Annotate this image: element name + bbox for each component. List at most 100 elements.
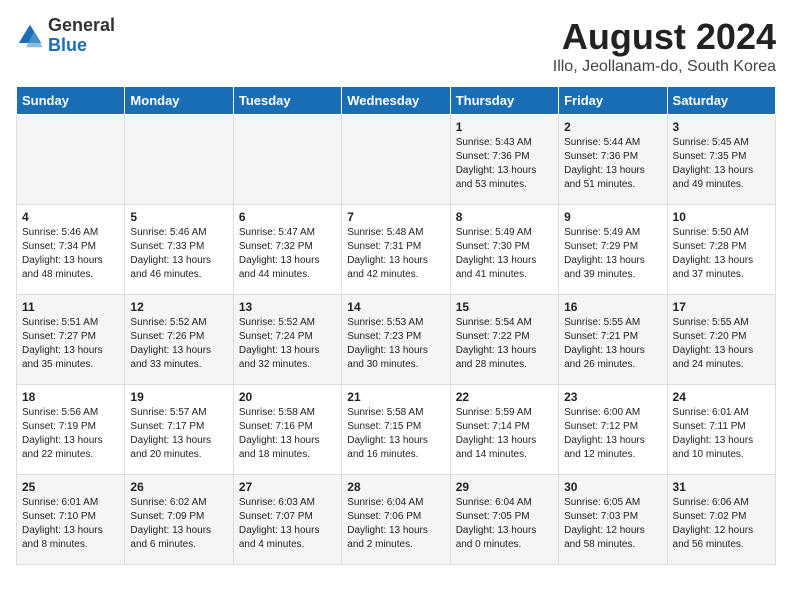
day-number: 21 bbox=[347, 390, 444, 404]
calendar-week-3: 11Sunrise: 5:51 AM Sunset: 7:27 PM Dayli… bbox=[17, 295, 776, 385]
calendar-cell: 25 Sunrise: 6:01 AM Sunset: 7:10 PM Dayli… bbox=[17, 475, 125, 565]
page-header: General Blue August 2024 Illo, Jeollanam… bbox=[16, 16, 776, 76]
calendar-cell: 23 Sunrise: 6:00 AM Sunset: 7:12 PM Dayli… bbox=[559, 385, 667, 475]
day-number: 29 bbox=[456, 480, 553, 494]
calendar-header: Sunday Monday Tuesday Wednesday Thursday… bbox=[17, 87, 776, 115]
day-info: Sunrise: 5:45 AM Sunset: 7:35 PM Dayligh… bbox=[673, 136, 770, 192]
day-number: 13 bbox=[239, 300, 336, 314]
calendar-cell: 28 Sunrise: 6:04 AM Sunset: 7:06 PM Dayli… bbox=[342, 475, 450, 565]
day-info: Sunrise: 5:58 AM Sunset: 7:16 PM Dayligh… bbox=[239, 406, 336, 462]
day-info: Sunrise: 5:58 AM Sunset: 7:15 PM Dayligh… bbox=[347, 406, 444, 462]
day-info: Sunrise: 5:59 AM Sunset: 7:14 PM Dayligh… bbox=[456, 406, 553, 462]
day-number: 9 bbox=[564, 210, 661, 224]
calendar-cell: 22Sunrise: 5:59 AM Sunset: 7:14 PM Dayli… bbox=[450, 385, 558, 475]
day-number: 15 bbox=[456, 300, 553, 314]
day-number: 14 bbox=[347, 300, 444, 314]
calendar-cell: 16 Sunrise: 5:55 AM Sunset: 7:21 PM Dayli… bbox=[559, 295, 667, 385]
calendar-cell: 15 Sunrise: 5:54 AM Sunset: 7:22 PM Dayli… bbox=[450, 295, 558, 385]
calendar-week-4: 18 Sunrise: 5:56 AM Sunset: 7:19 PM Dayli… bbox=[17, 385, 776, 475]
day-number: 2 bbox=[564, 120, 661, 134]
day-number: 16 bbox=[564, 300, 661, 314]
day-info: Sunrise: 5:55 AM Sunset: 7:21 PM Dayligh… bbox=[564, 316, 661, 372]
header-monday: Monday bbox=[125, 87, 233, 115]
logo: General Blue bbox=[16, 16, 115, 56]
calendar-subtitle: Illo, Jeollanam-do, South Korea bbox=[553, 58, 776, 76]
calendar-cell: 7Sunrise: 5:48 AM Sunset: 7:31 PM Daylig… bbox=[342, 205, 450, 295]
calendar-cell: 8 Sunrise: 5:49 AM Sunset: 7:30 PM Daylig… bbox=[450, 205, 558, 295]
day-number: 24 bbox=[673, 390, 770, 404]
calendar-cell bbox=[125, 115, 233, 205]
day-info: Sunrise: 5:49 AM Sunset: 7:30 PM Dayligh… bbox=[456, 226, 553, 282]
day-info: Sunrise: 5:53 AM Sunset: 7:23 PM Dayligh… bbox=[347, 316, 444, 372]
day-number: 17 bbox=[673, 300, 770, 314]
calendar-cell: 2Sunrise: 5:44 AM Sunset: 7:36 PM Daylig… bbox=[559, 115, 667, 205]
calendar-cell bbox=[233, 115, 341, 205]
day-number: 27 bbox=[239, 480, 336, 494]
header-sunday: Sunday bbox=[17, 87, 125, 115]
day-number: 18 bbox=[22, 390, 119, 404]
calendar-cell: 3 Sunrise: 5:45 AM Sunset: 7:35 PM Daylig… bbox=[667, 115, 775, 205]
header-thursday: Thursday bbox=[450, 87, 558, 115]
calendar-cell: 11Sunrise: 5:51 AM Sunset: 7:27 PM Dayli… bbox=[17, 295, 125, 385]
calendar-cell: 4 Sunrise: 5:46 AM Sunset: 7:34 PM Daylig… bbox=[17, 205, 125, 295]
day-number: 28 bbox=[347, 480, 444, 494]
calendar-cell bbox=[342, 115, 450, 205]
calendar-cell: 18 Sunrise: 5:56 AM Sunset: 7:19 PM Dayli… bbox=[17, 385, 125, 475]
calendar-cell bbox=[17, 115, 125, 205]
day-number: 11 bbox=[22, 300, 119, 314]
day-number: 7 bbox=[347, 210, 444, 224]
day-number: 1 bbox=[456, 120, 553, 134]
day-number: 30 bbox=[564, 480, 661, 494]
day-info: Sunrise: 6:01 AM Sunset: 7:11 PM Dayligh… bbox=[673, 406, 770, 462]
day-info: Sunrise: 6:04 AM Sunset: 7:05 PM Dayligh… bbox=[456, 496, 553, 552]
day-info: Sunrise: 6:05 AM Sunset: 7:03 PM Dayligh… bbox=[564, 496, 661, 552]
day-info: Sunrise: 5:54 AM Sunset: 7:22 PM Dayligh… bbox=[456, 316, 553, 372]
calendar-cell: 13 Sunrise: 5:52 AM Sunset: 7:24 PM Dayli… bbox=[233, 295, 341, 385]
calendar-cell: 17 Sunrise: 5:55 AM Sunset: 7:20 PM Dayli… bbox=[667, 295, 775, 385]
day-number: 8 bbox=[456, 210, 553, 224]
day-number: 31 bbox=[673, 480, 770, 494]
day-info: Sunrise: 5:47 AM Sunset: 7:32 PM Dayligh… bbox=[239, 226, 336, 282]
calendar-cell: 12Sunrise: 5:52 AM Sunset: 7:26 PM Dayli… bbox=[125, 295, 233, 385]
calendar-week-1: 1Sunrise: 5:43 AM Sunset: 7:36 PM Daylig… bbox=[17, 115, 776, 205]
day-number: 26 bbox=[130, 480, 227, 494]
calendar-cell: 1Sunrise: 5:43 AM Sunset: 7:36 PM Daylig… bbox=[450, 115, 558, 205]
calendar-body: 1Sunrise: 5:43 AM Sunset: 7:36 PM Daylig… bbox=[17, 115, 776, 565]
calendar-cell: 27Sunrise: 6:03 AM Sunset: 7:07 PM Dayli… bbox=[233, 475, 341, 565]
calendar-cell: 9Sunrise: 5:49 AM Sunset: 7:29 PM Daylig… bbox=[559, 205, 667, 295]
calendar-title: August 2024 bbox=[553, 16, 776, 58]
day-number: 6 bbox=[239, 210, 336, 224]
calendar-cell: 20Sunrise: 5:58 AM Sunset: 7:16 PM Dayli… bbox=[233, 385, 341, 475]
day-number: 4 bbox=[22, 210, 119, 224]
day-number: 10 bbox=[673, 210, 770, 224]
day-info: Sunrise: 5:46 AM Sunset: 7:34 PM Dayligh… bbox=[22, 226, 119, 282]
calendar-cell: 21 Sunrise: 5:58 AM Sunset: 7:15 PM Dayli… bbox=[342, 385, 450, 475]
day-info: Sunrise: 5:55 AM Sunset: 7:20 PM Dayligh… bbox=[673, 316, 770, 372]
day-info: Sunrise: 6:02 AM Sunset: 7:09 PM Dayligh… bbox=[130, 496, 227, 552]
day-number: 19 bbox=[130, 390, 227, 404]
calendar-week-5: 25 Sunrise: 6:01 AM Sunset: 7:10 PM Dayli… bbox=[17, 475, 776, 565]
header-wednesday: Wednesday bbox=[342, 87, 450, 115]
calendar-cell: 10 Sunrise: 5:50 AM Sunset: 7:28 PM Dayli… bbox=[667, 205, 775, 295]
logo-text: General Blue bbox=[48, 16, 115, 56]
calendar-cell: 31 Sunrise: 6:06 AM Sunset: 7:02 PM Dayli… bbox=[667, 475, 775, 565]
calendar-cell: 6 Sunrise: 5:47 AM Sunset: 7:32 PM Daylig… bbox=[233, 205, 341, 295]
calendar-cell: 30 Sunrise: 6:05 AM Sunset: 7:03 PM Dayli… bbox=[559, 475, 667, 565]
calendar-week-2: 4 Sunrise: 5:46 AM Sunset: 7:34 PM Daylig… bbox=[17, 205, 776, 295]
calendar-cell: 19Sunrise: 5:57 AM Sunset: 7:17 PM Dayli… bbox=[125, 385, 233, 475]
day-number: 5 bbox=[130, 210, 227, 224]
day-number: 23 bbox=[564, 390, 661, 404]
day-info: Sunrise: 5:56 AM Sunset: 7:19 PM Dayligh… bbox=[22, 406, 119, 462]
day-number: 3 bbox=[673, 120, 770, 134]
day-info: Sunrise: 6:01 AM Sunset: 7:10 PM Dayligh… bbox=[22, 496, 119, 552]
calendar-cell: 5Sunrise: 5:46 AM Sunset: 7:33 PM Daylig… bbox=[125, 205, 233, 295]
day-info: Sunrise: 6:00 AM Sunset: 7:12 PM Dayligh… bbox=[564, 406, 661, 462]
header-saturday: Saturday bbox=[667, 87, 775, 115]
day-number: 25 bbox=[22, 480, 119, 494]
day-info: Sunrise: 6:04 AM Sunset: 7:06 PM Dayligh… bbox=[347, 496, 444, 552]
day-info: Sunrise: 5:50 AM Sunset: 7:28 PM Dayligh… bbox=[673, 226, 770, 282]
day-info: Sunrise: 6:06 AM Sunset: 7:02 PM Dayligh… bbox=[673, 496, 770, 552]
calendar-cell: 29 Sunrise: 6:04 AM Sunset: 7:05 PM Dayli… bbox=[450, 475, 558, 565]
header-friday: Friday bbox=[559, 87, 667, 115]
day-info: Sunrise: 5:52 AM Sunset: 7:24 PM Dayligh… bbox=[239, 316, 336, 372]
